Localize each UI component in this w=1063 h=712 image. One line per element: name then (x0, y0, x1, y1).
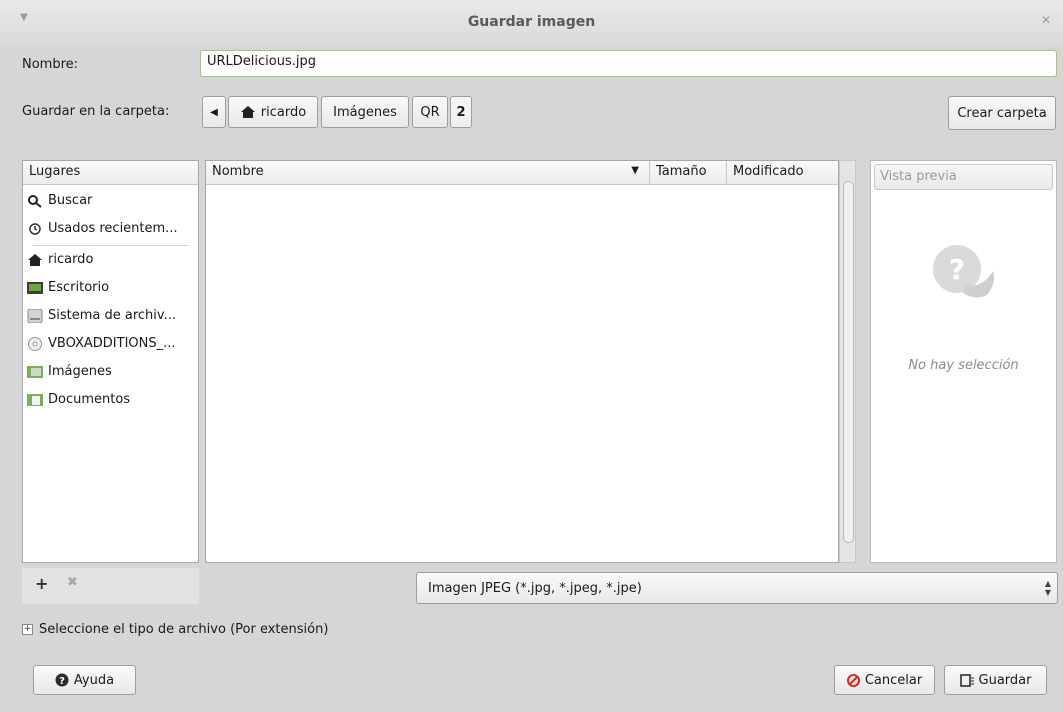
crumb-label: ricardo (260, 104, 307, 120)
save-label: Guardar (978, 672, 1032, 688)
column-header-size[interactable]: Tamaño (650, 161, 727, 185)
path-crumb-images[interactable]: Imágenes (321, 96, 409, 128)
crumb-label: Imágenes (333, 104, 397, 120)
path-crumb-current[interactable]: 2 (450, 96, 472, 128)
path-crumb-qr[interactable]: QR (412, 96, 448, 128)
home-icon (240, 106, 255, 118)
save-image-dialog: ▼ Guardar imagen ✕ Nombre: URLDelicious.… (0, 0, 1063, 712)
file-type-expander[interactable]: + Seleccione el tipo de archivo (Por ext… (22, 622, 328, 637)
cancel-icon (846, 673, 860, 687)
bookmark-toolbar: + ✖ (22, 568, 199, 604)
place-item-home[interactable]: ricardo (27, 252, 93, 267)
file-list-panel[interactable]: Nombre ▼ Tamaño Modificado (205, 160, 839, 563)
places-panel: Lugares Buscar Usados recientem... ricar… (22, 160, 199, 563)
places-header[interactable]: Lugares (23, 161, 198, 185)
cancel-label: Cancelar (864, 672, 923, 688)
column-header-modified[interactable]: Modificado (727, 161, 838, 185)
place-item-documents[interactable]: Documentos (27, 392, 130, 407)
filename-input[interactable]: URLDelicious.jpg (200, 50, 1057, 77)
filesystem-icon (27, 308, 43, 323)
add-bookmark-icon[interactable]: + (35, 574, 48, 593)
save-button[interactable]: Guardar (944, 665, 1047, 695)
place-label: Documentos (48, 392, 131, 407)
file-type-filter-select[interactable]: Imagen JPEG (*.jpg, *.jpeg, *.jpe) ▲ ▼ (416, 572, 1058, 604)
recent-icon (29, 222, 41, 235)
scrollbar-thumb[interactable] (843, 181, 854, 543)
search-icon (28, 194, 42, 208)
remove-bookmark-icon[interactable]: ✖ (67, 575, 78, 590)
place-item-desktop[interactable]: Escritorio (27, 280, 109, 295)
column-header-name[interactable]: Nombre ▼ (206, 161, 650, 185)
place-item-pictures[interactable]: Imágenes (27, 364, 112, 379)
place-item-vboxadditions[interactable]: VBOXADDITIONS_... (27, 336, 176, 351)
save-in-folder-label: Guardar en la carpeta: (22, 104, 170, 119)
places-separator (33, 245, 188, 246)
place-label: Escritorio (48, 280, 110, 295)
place-label: Buscar (48, 193, 93, 208)
svg-text:?: ? (949, 253, 965, 286)
path-crumb-home[interactable]: ricardo (228, 96, 318, 128)
close-icon[interactable]: ✕ (1041, 13, 1051, 27)
place-label: ricardo (48, 252, 94, 267)
crumb-label: 2 (456, 104, 466, 120)
path-scroll-left-button[interactable]: ◀ (202, 96, 226, 128)
crumb-label: QR (420, 104, 440, 120)
file-list-scrollbar[interactable] (839, 160, 856, 563)
desktop-icon (27, 281, 43, 294)
svg-text:?: ? (59, 676, 65, 687)
create-folder-button[interactable]: Crear carpeta (948, 96, 1056, 130)
expander-label: Seleccione el tipo de archivo (Por exten… (39, 622, 329, 637)
documents-folder-icon (27, 393, 43, 406)
place-item-filesystem[interactable]: Sistema de archiv... (27, 308, 176, 323)
pictures-folder-icon (27, 365, 43, 378)
titlebar: ▼ Guardar imagen ✕ (0, 0, 1063, 46)
place-label: Imágenes (48, 364, 112, 379)
preview-panel: Vista previa ? No hay selección (870, 160, 1057, 563)
place-label: VBOXADDITIONS_... (48, 336, 176, 351)
cancel-button[interactable]: Cancelar (834, 665, 935, 695)
place-label: Usados recientem... (48, 221, 178, 236)
preview-header[interactable]: Vista previa (874, 164, 1053, 190)
sort-desc-icon: ▼ (631, 165, 639, 176)
name-label: Nombre: (22, 57, 79, 72)
window-title: Guardar imagen (467, 14, 596, 30)
column-label: Nombre (212, 164, 264, 179)
home-icon (28, 253, 42, 266)
help-label: Ayuda (73, 672, 115, 688)
help-button[interactable]: ? Ayuda (33, 665, 136, 695)
place-item-search[interactable]: Buscar (27, 193, 92, 208)
help-icon: ? (55, 673, 69, 687)
save-icon (959, 673, 974, 687)
place-label: Sistema de archiv... (48, 308, 176, 323)
expand-plus-icon: + (22, 624, 33, 635)
cdrom-icon (28, 336, 42, 351)
filter-selected-label: Imagen JPEG (*.jpg, *.jpeg, *.jpe) (428, 580, 642, 596)
no-selection-text: No hay selección (908, 358, 1019, 373)
updown-arrows-icon: ▲ ▼ (1044, 579, 1051, 597)
gimp-question-icon: ? (933, 245, 995, 298)
place-item-recent[interactable]: Usados recientem... (27, 221, 178, 236)
